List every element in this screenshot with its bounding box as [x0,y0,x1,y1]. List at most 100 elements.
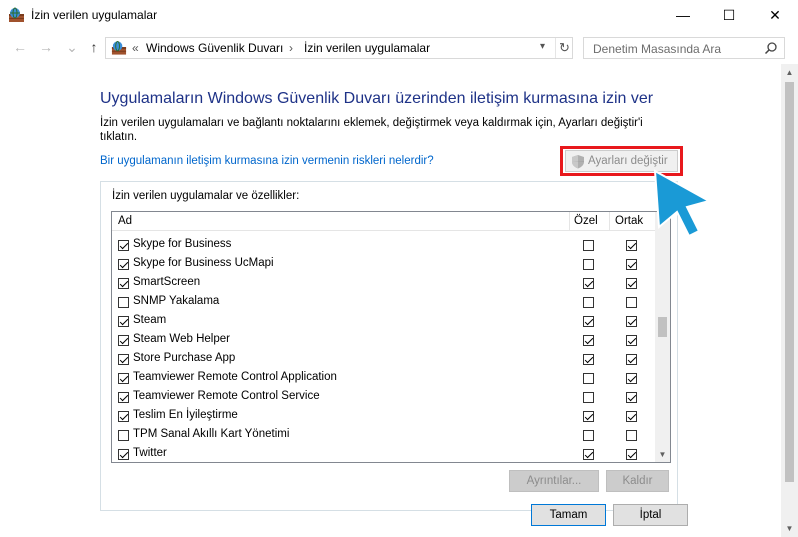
public-checkbox[interactable] [626,411,637,422]
public-checkbox[interactable] [626,316,637,327]
list-item[interactable]: SNMP Yakalama [112,293,657,312]
search-placeholder: Denetim Masasında Ara [593,42,722,56]
back-arrow-icon[interactable]: ← [11,38,29,56]
app-name: Steam [133,314,167,326]
address-bar[interactable]: « Windows Güvenlik Duvarı › İzin verilen… [105,37,573,59]
list-item[interactable]: Skype for Business [112,236,657,255]
list-item[interactable]: Teamviewer Remote Control Service [112,388,657,407]
app-name: TPM Sanal Akıllı Kart Yönetimi [133,428,290,440]
refresh-icon[interactable]: ↻ [555,38,573,58]
enabled-checkbox[interactable] [118,335,129,346]
private-checkbox[interactable] [583,240,594,251]
enabled-checkbox[interactable] [118,411,129,422]
app-name: Teslim En İyileştirme [133,409,238,421]
list-item[interactable]: Skype for Business UcMapi [112,255,657,274]
chevron-down-icon[interactable]: ▾ [540,41,545,52]
title-bar: İzin verilen uygulamalar — ☐ ✕ [0,0,798,31]
list-item[interactable]: Teslim En İyileştirme [112,407,657,426]
breadcrumb-firewall[interactable]: Windows Güvenlik Duvarı [146,41,283,55]
list-item[interactable]: SmartScreen [112,274,657,293]
breadcrumb-overflow[interactable]: « [132,41,139,55]
recent-locations-icon[interactable]: ⌄ [63,38,81,56]
search-icon[interactable] [764,41,778,55]
public-checkbox[interactable] [626,449,637,460]
enabled-checkbox[interactable] [118,354,129,365]
enabled-checkbox[interactable] [118,373,129,384]
scroll-down-icon[interactable]: ▼ [781,520,798,537]
private-checkbox[interactable] [583,297,594,308]
private-checkbox[interactable] [583,278,594,289]
page-description: İzin verilen uygulamaları ve bağlantı no… [100,117,643,143]
allowed-apps-group: İzin verilen uygulamalar ve özellikler: … [100,181,678,511]
search-input[interactable]: Denetim Masasında Ara [583,37,785,59]
enabled-checkbox[interactable] [118,430,129,441]
enabled-checkbox[interactable] [118,449,129,460]
private-checkbox[interactable] [583,449,594,460]
app-name: Store Purchase App [133,352,236,364]
firewall-icon [111,40,127,55]
private-checkbox[interactable] [583,373,594,384]
private-checkbox[interactable] [583,259,594,270]
apps-list[interactable]: Ad Özel Ortak Skype for Business Skype fo… [111,211,671,463]
public-checkbox[interactable] [626,430,637,441]
column-public[interactable]: Ortak [615,215,643,227]
public-checkbox[interactable] [626,335,637,346]
enabled-checkbox[interactable] [118,316,129,327]
close-button[interactable]: ✕ [752,0,798,30]
private-checkbox[interactable] [583,354,594,365]
ok-button[interactable]: Tamam [531,504,606,526]
list-item[interactable]: Steam Web Helper [112,331,657,350]
up-arrow-icon[interactable]: ↑ [85,38,103,56]
public-checkbox[interactable] [626,354,637,365]
enabled-checkbox[interactable] [118,278,129,289]
public-checkbox[interactable] [626,278,637,289]
app-name: Teamviewer Remote Control Application [133,371,337,383]
cancel-button[interactable]: İptal [613,504,688,526]
list-item[interactable]: Steam [112,312,657,331]
maximize-button[interactable]: ☐ [706,0,752,30]
private-checkbox[interactable] [583,335,594,346]
scroll-thumb[interactable] [658,317,667,337]
private-checkbox[interactable] [583,430,594,441]
list-item[interactable]: Store Purchase App [112,350,657,369]
firewall-icon [9,7,24,22]
private-checkbox[interactable] [583,392,594,403]
column-divider [569,212,570,231]
enabled-checkbox[interactable] [118,240,129,251]
app-name: SmartScreen [133,276,201,288]
column-divider [609,212,610,231]
public-checkbox[interactable] [626,392,637,403]
enabled-checkbox[interactable] [118,259,129,270]
private-checkbox[interactable] [583,316,594,327]
private-checkbox[interactable] [583,411,594,422]
list-scrollbar[interactable]: ▲ ▼ [655,212,670,462]
pointer-cursor-icon [653,169,712,238]
page-title: Uygulamaların Windows Güvenlik Duvarı üz… [100,90,654,107]
public-checkbox[interactable] [626,240,637,251]
scroll-up-icon[interactable]: ▲ [781,64,798,81]
app-name: Skype for Business [133,238,232,250]
list-item[interactable]: Twitter [112,445,657,462]
app-name: SNMP Yakalama [133,295,220,307]
breadcrumb-allowed-apps[interactable]: İzin verilen uygulamalar [304,41,430,55]
column-private[interactable]: Özel [574,215,598,227]
breadcrumb-separator[interactable]: › [289,41,293,55]
remove-button: Kaldır [606,470,669,492]
enabled-checkbox[interactable] [118,297,129,308]
app-name: Teamviewer Remote Control Service [133,390,320,402]
scroll-thumb[interactable] [785,82,794,482]
app-name: Skype for Business UcMapi [133,257,274,269]
list-item[interactable]: Teamviewer Remote Control Application [112,369,657,388]
main-content: Uygulamaların Windows Güvenlik Duvarı üz… [0,64,781,537]
scroll-down-icon[interactable]: ▼ [655,447,670,462]
window-scrollbar[interactable]: ▲ ▼ [781,64,798,537]
enabled-checkbox[interactable] [118,392,129,403]
public-checkbox[interactable] [626,373,637,384]
public-checkbox[interactable] [626,259,637,270]
column-name[interactable]: Ad [118,215,132,227]
public-checkbox[interactable] [626,297,637,308]
risks-link[interactable]: Bir uygulamanın iletişim kurmasına izin … [100,155,434,167]
minimize-button[interactable]: — [660,0,706,30]
list-item[interactable]: TPM Sanal Akıllı Kart Yönetimi [112,426,657,445]
forward-arrow-icon[interactable]: → [37,38,55,56]
